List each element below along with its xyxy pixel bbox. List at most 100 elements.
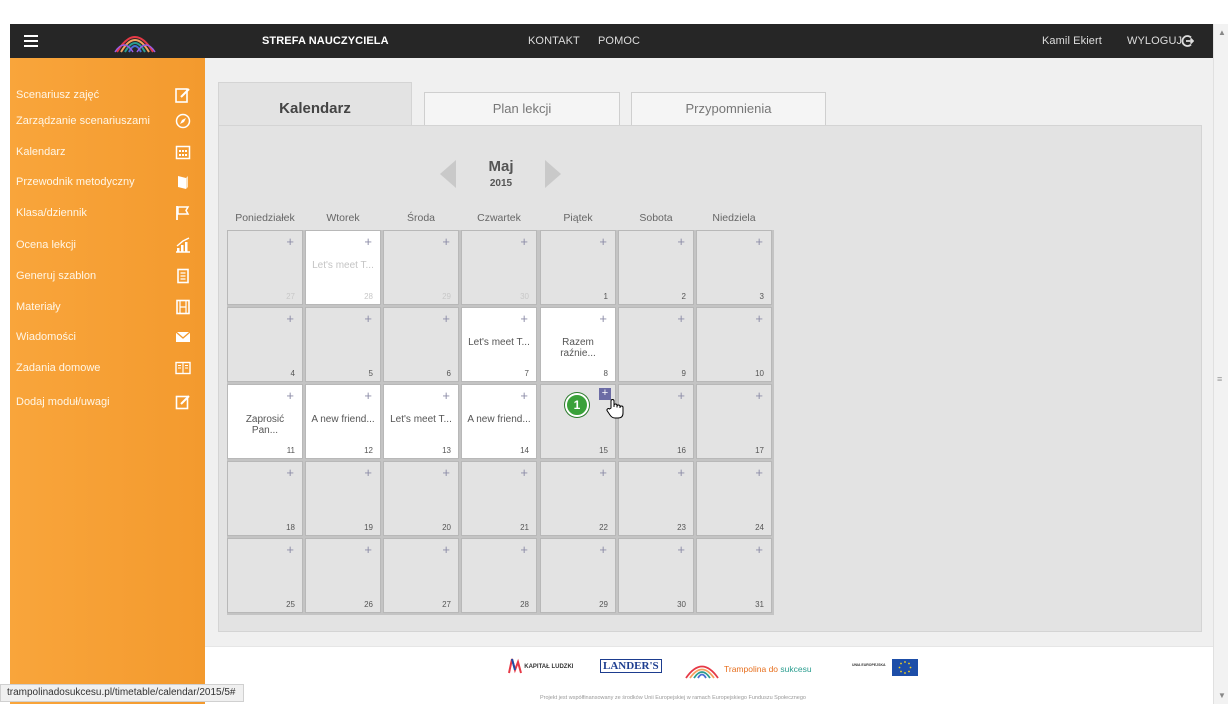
add-event-button[interactable]: + [442, 465, 450, 480]
sidebar-item-homework[interactable]: Zadania domowe [10, 353, 205, 383]
calendar-day-cell[interactable]: +27 [227, 230, 303, 305]
calendar-day-cell[interactable]: +27 [383, 538, 459, 613]
calendar-day-cell[interactable]: +30 [461, 230, 537, 305]
add-event-button[interactable]: + [442, 311, 450, 326]
next-month-arrow-icon[interactable] [545, 160, 561, 188]
add-event-button[interactable]: + [599, 542, 607, 557]
add-event-button[interactable]: + [520, 465, 528, 480]
vertical-scrollbar[interactable]: ▲ ≡ ▼ [1213, 24, 1228, 704]
add-event-button[interactable]: + [755, 311, 763, 326]
user-name[interactable]: Kamil Ekiert [1042, 35, 1102, 47]
scroll-grip-icon[interactable]: ≡ [1217, 374, 1222, 384]
add-event-button[interactable]: + [677, 542, 685, 557]
logout-icon[interactable] [1180, 34, 1194, 48]
event-title[interactable]: Let's meet T... [466, 337, 532, 348]
add-event-button[interactable]: + [677, 465, 685, 480]
event-title[interactable]: Zaprosić Pan... [232, 414, 298, 436]
calendar-day-cell[interactable]: +29 [540, 538, 616, 613]
add-event-button[interactable]: + [286, 388, 294, 403]
calendar-day-cell[interactable]: +6 [383, 307, 459, 382]
calendar-day-cell[interactable]: +24 [696, 461, 772, 536]
calendar-day-cell[interactable]: +18 [227, 461, 303, 536]
add-event-button[interactable]: + [364, 311, 372, 326]
tab-lesson-plan[interactable]: Plan lekcji [424, 92, 620, 126]
calendar-day-cell[interactable]: +21 [461, 461, 537, 536]
calendar-day-cell[interactable]: +30 [618, 538, 694, 613]
sidebar-item-messages[interactable]: Wiadomości [10, 322, 205, 352]
calendar-day-cell[interactable]: +23 [618, 461, 694, 536]
calendar-day-cell[interactable]: + Razem raźnie... 8 [540, 307, 616, 382]
calendar-day-cell[interactable]: +19 [305, 461, 381, 536]
calendar-day-cell[interactable]: + A new friend... 12 [305, 384, 381, 459]
scroll-down-arrow-icon[interactable]: ▼ [1218, 691, 1226, 700]
sidebar-item-class-register[interactable]: Klasa/dziennik [10, 198, 205, 228]
logo-arches-icon[interactable] [114, 28, 156, 54]
calendar-day-cell[interactable]: +25 [227, 538, 303, 613]
sidebar-item-generate-template[interactable]: Generuj szablon [10, 261, 205, 291]
logout-link[interactable]: WYLOGUJ [1127, 35, 1182, 47]
calendar-day-cell[interactable]: + Let's meet T... 7 [461, 307, 537, 382]
calendar-day-cell[interactable]: +28 [461, 538, 537, 613]
add-event-button[interactable]: + [364, 465, 372, 480]
calendar-day-cell[interactable]: +22 [540, 461, 616, 536]
calendar-day-cell[interactable]: +29 [383, 230, 459, 305]
sidebar-item-calendar[interactable]: Kalendarz [10, 137, 205, 167]
add-event-button[interactable]: + [755, 542, 763, 557]
add-event-button[interactable]: + [677, 388, 685, 403]
hamburger-menu-icon[interactable] [24, 35, 38, 47]
add-event-button[interactable]: + [677, 234, 685, 249]
add-event-button[interactable]: + [286, 234, 294, 249]
calendar-day-cell[interactable]: +26 [305, 538, 381, 613]
sidebar-item-scenario-management[interactable]: Zarządzanie scenariuszami [10, 106, 205, 136]
calendar-day-cell[interactable]: +3 [696, 230, 772, 305]
add-event-button[interactable]: + [520, 234, 528, 249]
calendar-day-cell[interactable]: + Zaprosić Pan... 11 [227, 384, 303, 459]
add-event-button[interactable]: + [442, 234, 450, 249]
add-event-button[interactable]: + [599, 234, 607, 249]
event-title[interactable]: Razem raźnie... [545, 337, 611, 359]
calendar-day-cell[interactable]: + Let's meet T... 13 [383, 384, 459, 459]
tab-calendar[interactable]: Kalendarz [218, 82, 412, 126]
calendar-day-cell[interactable]: +4 [227, 307, 303, 382]
add-event-button[interactable]: + [286, 311, 294, 326]
add-event-button[interactable]: + [520, 311, 528, 326]
add-event-button[interactable]: + [755, 234, 763, 249]
event-title[interactable]: A new friend... [310, 414, 376, 425]
sidebar-item-methodical-guide[interactable]: Przewodnik metodyczny [10, 167, 205, 197]
sidebar-item-lesson-rating[interactable]: Ocena lekcji [10, 230, 205, 260]
previous-month-arrow-icon[interactable] [440, 160, 456, 188]
add-event-button[interactable]: + [286, 465, 294, 480]
add-event-button[interactable]: + [442, 388, 450, 403]
event-title[interactable]: Let's meet T... [310, 260, 376, 271]
nav-help[interactable]: POMOC [598, 35, 640, 47]
add-event-button[interactable]: + [520, 542, 528, 557]
nav-teacher-zone[interactable]: STREFA NAUCZYCIELA [262, 35, 389, 47]
nav-contact[interactable]: KONTAKT [528, 35, 580, 47]
sidebar-item-add-module[interactable]: Dodaj moduł/uwagi [10, 387, 205, 417]
event-title[interactable]: Let's meet T... [388, 414, 454, 425]
add-event-button[interactable]: + [442, 542, 450, 557]
calendar-day-cell[interactable]: +2 [618, 230, 694, 305]
add-event-button[interactable]: + [677, 311, 685, 326]
add-event-button[interactable]: + [286, 542, 294, 557]
add-event-button[interactable]: + [599, 465, 607, 480]
calendar-day-cell[interactable]: + Let's meet T... 28 [305, 230, 381, 305]
add-event-button[interactable]: + [364, 542, 372, 557]
calendar-day-cell[interactable]: +31 [696, 538, 772, 613]
calendar-day-cell[interactable]: +17 [696, 384, 772, 459]
calendar-day-cell[interactable]: +5 [305, 307, 381, 382]
add-event-button[interactable]: + [364, 388, 372, 403]
add-event-button[interactable]: + [520, 388, 528, 403]
event-title[interactable]: A new friend... [466, 414, 532, 425]
calendar-day-cell[interactable]: +10 [696, 307, 772, 382]
calendar-day-cell[interactable]: +20 [383, 461, 459, 536]
scroll-up-arrow-icon[interactable]: ▲ [1218, 28, 1226, 37]
add-event-button[interactable]: + [755, 388, 763, 403]
calendar-day-cell[interactable]: +1 [540, 230, 616, 305]
calendar-day-cell[interactable]: + A new friend... 14 [461, 384, 537, 459]
calendar-day-cell[interactable]: +9 [618, 307, 694, 382]
tab-reminders[interactable]: Przypomnienia [631, 92, 826, 126]
add-event-button[interactable]: + [755, 465, 763, 480]
calendar-day-cell[interactable]: +16 [618, 384, 694, 459]
add-event-button[interactable]: + [599, 311, 607, 326]
